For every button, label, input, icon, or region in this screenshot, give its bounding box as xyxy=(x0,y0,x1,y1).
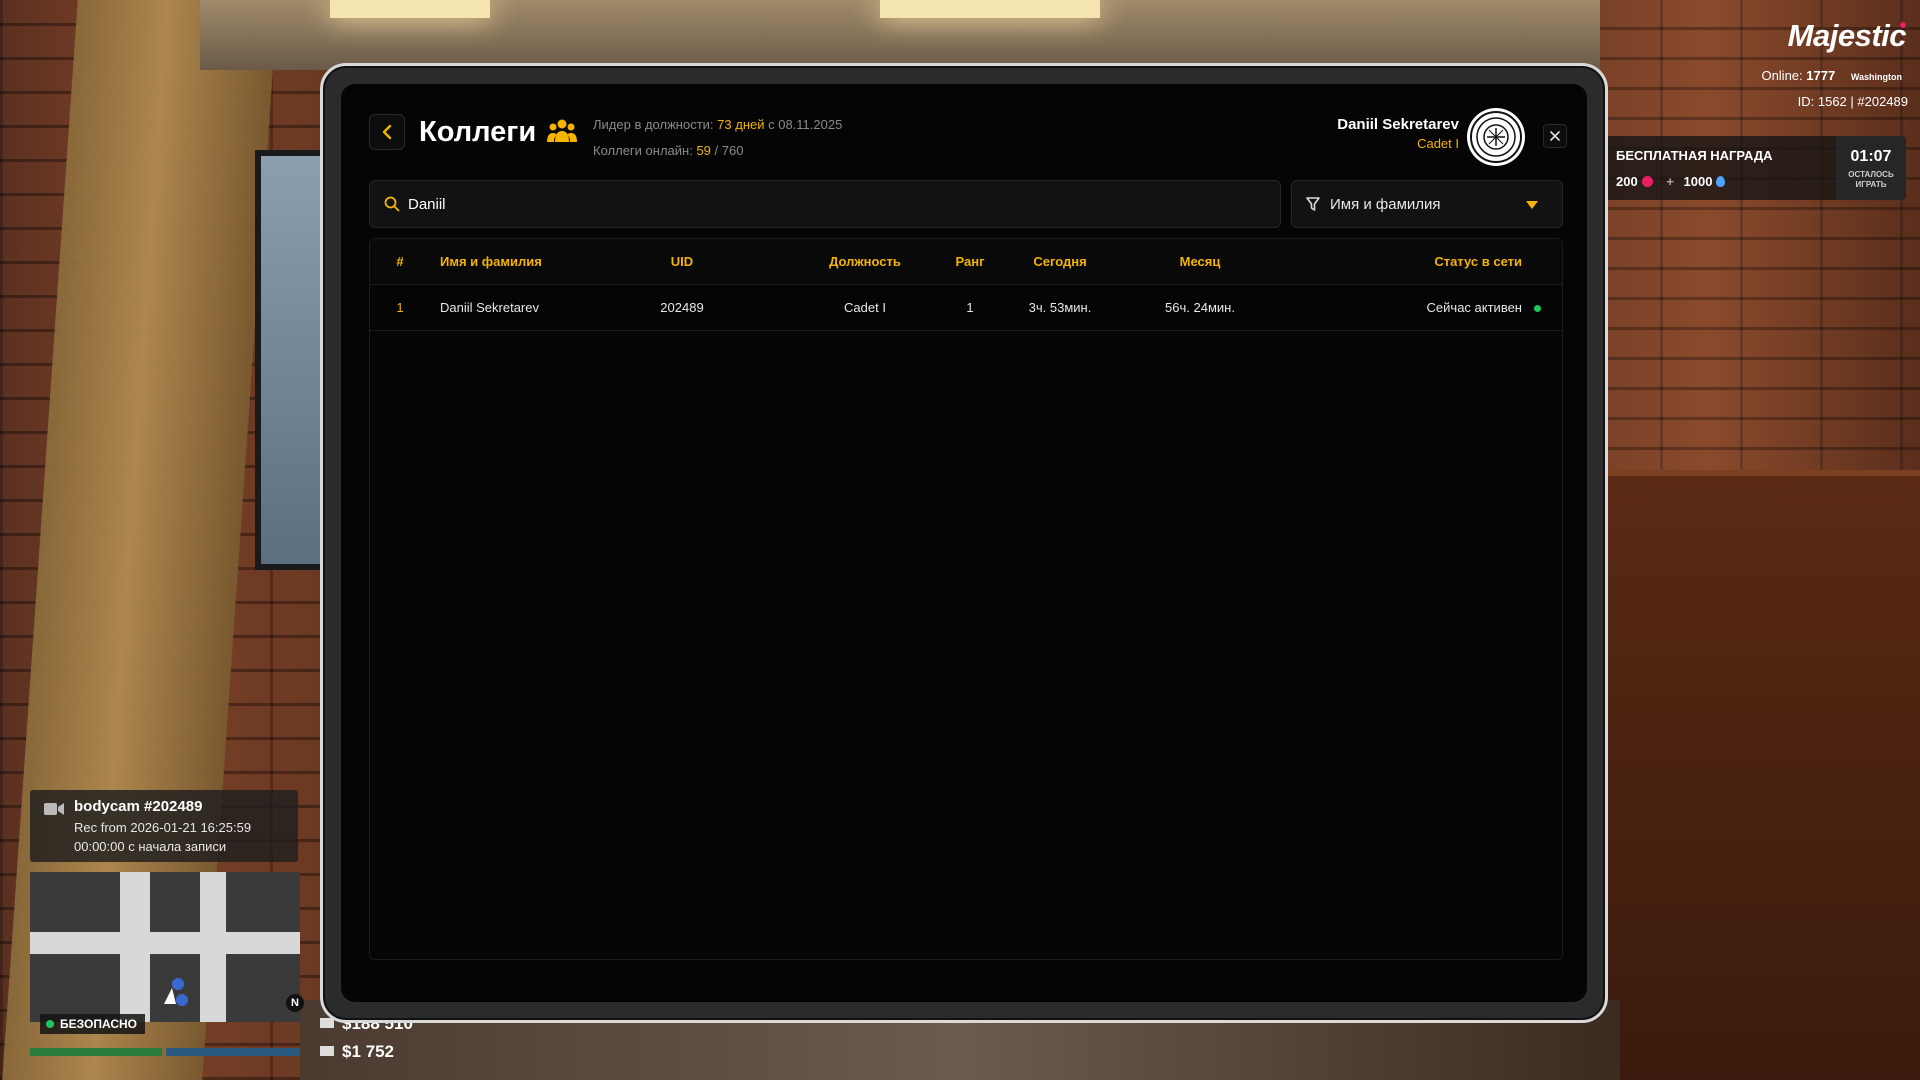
page-title: Коллеги xyxy=(419,116,537,148)
safe-zone-badge: БЕЗОПАСНО xyxy=(40,1014,145,1034)
search-input[interactable] xyxy=(408,181,1268,227)
seal-emblem-icon xyxy=(1470,111,1522,163)
colleagues-screen: Коллеги Лидер в должности: 73 дней с 08.… xyxy=(341,84,1587,1002)
leader-label: Лидер в должности: xyxy=(593,117,714,132)
leader-days: 73 дней xyxy=(717,117,765,132)
col-header-index[interactable]: # xyxy=(390,239,410,285)
online-info: Коллеги онлайн: 59 / 760 xyxy=(593,138,842,164)
reward-sub-2: ИГРАТЬ xyxy=(1855,180,1887,189)
col-header-rank[interactable]: Ранг xyxy=(950,239,990,285)
bodycam-widget: bodycam #202489 Rec from 2026-01-21 16:2… xyxy=(30,790,298,862)
col-header-uid[interactable]: UID xyxy=(632,239,732,285)
user-name: Daniil Sekretarev xyxy=(1337,116,1459,133)
online-total: / 760 xyxy=(714,143,744,158)
col-header-status[interactable]: Статус в сети xyxy=(1390,239,1522,285)
reward-time: 01:07 xyxy=(1850,148,1892,165)
online-count: 59 xyxy=(696,143,711,158)
bodycam-title: bodycam #202489 xyxy=(74,798,203,815)
row-status: Сейчас активен xyxy=(1426,300,1522,315)
collective-meta: Лидер в должности: 73 дней с 08.11.2025 … xyxy=(593,112,842,164)
card-icon xyxy=(320,1018,334,1028)
shield-icon xyxy=(46,1020,54,1028)
majestic-logo: Majestic xyxy=(1787,18,1907,53)
chevron-left-icon xyxy=(382,124,392,140)
reward-timer: 01:07 ОСТАЛОСЬ ИГРАТЬ xyxy=(1836,136,1906,200)
player-marker-icon xyxy=(164,978,188,1006)
row-position: Cadet I xyxy=(844,300,886,315)
online-counter: Online: 1777 Washington xyxy=(1761,68,1902,83)
leader-since: с 08.11.2025 xyxy=(768,117,843,132)
video-camera-icon xyxy=(44,803,64,815)
server-name: Washington xyxy=(1850,72,1902,82)
department-seal-icon xyxy=(1467,108,1525,166)
filter-selected-value: Имя и фамилия xyxy=(1330,196,1441,213)
online-label: Коллеги онлайн: xyxy=(593,143,693,158)
map-road xyxy=(30,932,300,954)
reward-plus: + xyxy=(1666,174,1674,189)
col-header-month[interactable]: Месяц xyxy=(1150,239,1250,285)
row-rank: 1 xyxy=(966,300,974,315)
search-icon xyxy=(384,196,400,212)
reward-coins: 200 xyxy=(1616,174,1638,189)
back-button[interactable] xyxy=(369,114,405,150)
colleagues-table: # Имя и фамилия UID Должность Ранг Сегод… xyxy=(369,238,1563,960)
logo-dot xyxy=(1900,22,1906,28)
col-header-today[interactable]: Сегодня xyxy=(1000,239,1120,285)
search-field[interactable] xyxy=(369,180,1281,228)
tablet-frame: Коллеги Лидер в должности: 73 дней с 08.… xyxy=(320,63,1608,1023)
coin-icon xyxy=(1641,176,1653,187)
bodycam-elapsed: 00:00:00 с начала записи xyxy=(74,839,227,854)
leader-info: Лидер в должности: 73 дней с 08.11.2025 xyxy=(593,112,842,138)
close-button[interactable] xyxy=(1543,124,1567,148)
free-reward-widget[interactable]: БЕСПЛАТНАЯ НАГРАДА 200 + 1000 01:07 ОСТА… xyxy=(1606,136,1906,200)
row-month: 56ч. 24мин. xyxy=(1165,300,1235,315)
online-label: Online: xyxy=(1761,68,1803,83)
screen-header: Коллеги Лидер в должности: 73 дней с 08.… xyxy=(369,108,1567,170)
filter-dropdown[interactable]: Имя и фамилия xyxy=(1291,180,1563,228)
user-rank: Cadet I xyxy=(1417,136,1459,151)
current-user: Daniil Sekretarev Cadet I xyxy=(1337,116,1459,151)
north-indicator: N xyxy=(286,994,304,1012)
col-header-position[interactable]: Должность xyxy=(790,239,940,285)
reward-values: 200 + 1000 xyxy=(1616,174,1726,189)
armor-bar xyxy=(166,1048,300,1056)
online-value: 1777 xyxy=(1806,68,1836,83)
reward-sub-1: ОСТАЛОСЬ xyxy=(1848,170,1894,179)
reward-title: БЕСПЛАТНАЯ НАГРАДА xyxy=(1616,148,1773,163)
caret-down-icon xyxy=(1526,201,1538,209)
row-today: 3ч. 53мин. xyxy=(1028,300,1092,315)
ceiling-light xyxy=(330,0,490,18)
bodycam-rec-from: Rec from 2026-01-21 16:25:59 xyxy=(74,820,252,835)
online-status-dot xyxy=(1534,305,1541,312)
row-name: Daniil Sekretarev xyxy=(440,300,539,315)
minimap[interactable] xyxy=(30,872,300,1022)
cash-money-value: $1 752 xyxy=(342,1042,394,1061)
row-index: 1 xyxy=(396,300,404,315)
filter-icon xyxy=(1306,197,1320,211)
drop-icon xyxy=(1716,176,1726,187)
reward-drops: 1000 xyxy=(1683,174,1713,189)
row-uid: 202489 xyxy=(660,300,704,315)
people-icon xyxy=(547,119,577,142)
cash-money: $1 752 xyxy=(320,1042,394,1062)
table-row[interactable]: 1 Daniil Sekretarev 202489 Cadet I 1 3ч.… xyxy=(370,285,1562,331)
health-bar xyxy=(30,1048,162,1056)
player-id: ID: 1562 | #202489 xyxy=(1797,94,1908,109)
safe-zone-label: БЕЗОПАСНО xyxy=(60,1017,137,1031)
wallet-icon xyxy=(320,1046,334,1056)
col-header-name[interactable]: Имя и фамилия xyxy=(440,239,542,285)
close-icon xyxy=(1550,131,1560,141)
table-header: # Имя и фамилия UID Должность Ранг Сегод… xyxy=(370,239,1562,285)
ceiling-light xyxy=(880,0,1100,18)
